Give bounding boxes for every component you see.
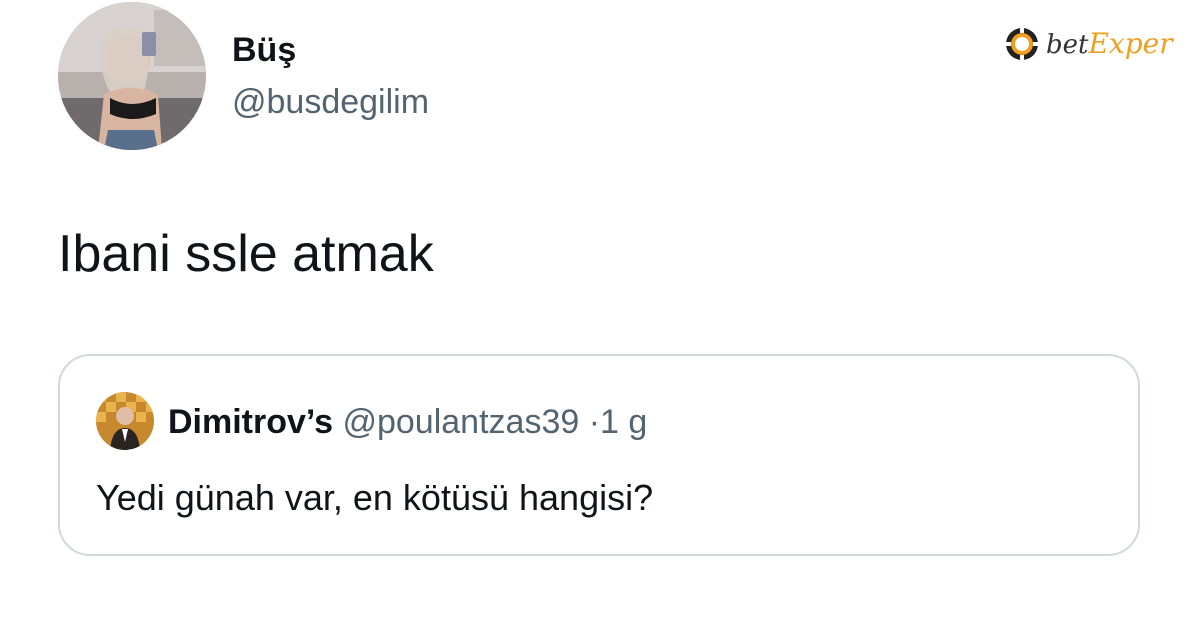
brand-watermark: betExper — [1004, 24, 1180, 64]
meta-separator: · — [588, 403, 601, 441]
quoted-author-handle[interactable]: @poulantzas39 — [342, 403, 579, 441]
quoted-author-name[interactable]: Dimitrov’s — [168, 403, 333, 441]
author-handle[interactable]: @busdegilim — [232, 80, 429, 124]
brand-suffix: Exper — [1088, 26, 1173, 60]
quoted-tweet-header: Dimitrov’s @poulantzas39 ·1 g — [168, 400, 647, 444]
quoted-tweet-text: Yedi günah var, en kötüsü hangisi? — [96, 477, 654, 518]
author-avatar[interactable] — [58, 2, 206, 150]
quoted-tweet-time[interactable]: 1 g — [600, 403, 647, 441]
brand-prefix: bet — [1046, 29, 1089, 60]
author-name[interactable]: Büş — [232, 28, 296, 72]
tweet-text: Ibani ssle atmak — [58, 225, 434, 283]
author-avatar-image — [58, 2, 206, 150]
quoted-tweet-card[interactable]: Dimitrov’s @poulantzas39 ·1 g Yedi günah… — [58, 354, 1140, 556]
brand-text: betExper — [1046, 26, 1173, 63]
quoted-author-avatar-image — [96, 392, 154, 450]
poker-chip-icon — [1006, 28, 1038, 60]
quoted-author-avatar[interactable] — [96, 392, 154, 450]
